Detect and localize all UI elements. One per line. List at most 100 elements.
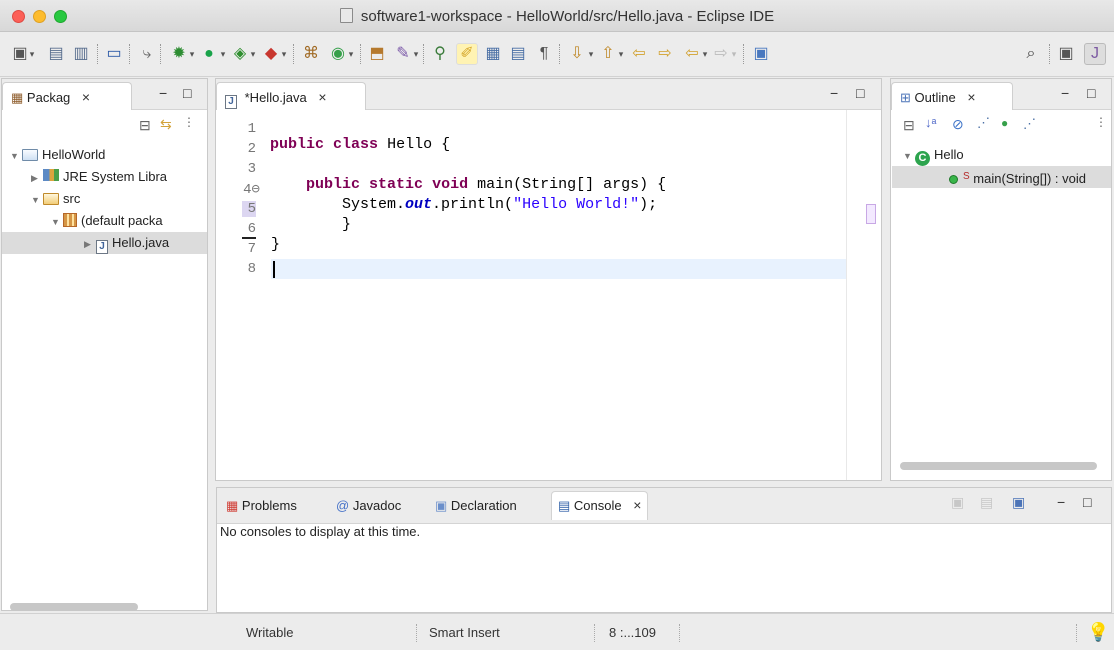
minimize-icon[interactable]: − xyxy=(1057,494,1065,510)
line-number: 3 xyxy=(247,161,256,177)
debug-dropdown-icon[interactable]: ▾ xyxy=(188,43,196,65)
tab-outline[interactable]: ⊞ Outline × xyxy=(891,82,1013,110)
static-icon: S xyxy=(963,171,970,182)
link-editor-icon[interactable]: ⇆ xyxy=(160,116,172,133)
previous-annotation-icon[interactable]: ⇧ xyxy=(597,43,619,65)
pin-icon[interactable]: ⚲ xyxy=(429,43,451,65)
code-line-4[interactable]: public static void main(String[] args) { xyxy=(270,176,666,193)
view-menu-icon[interactable]: ⋮ xyxy=(183,115,195,129)
open-console-icon[interactable]: ▣ xyxy=(1012,494,1025,511)
previous-annotation-dropdown-icon[interactable]: ▾ xyxy=(617,43,625,65)
coverage-dropdown-icon[interactable]: ▾ xyxy=(249,43,257,65)
tab-console[interactable]: ▤ Console × xyxy=(551,491,649,520)
code-line-5[interactable]: System.out.println("Hello World!"); xyxy=(270,196,657,213)
minimize-icon[interactable]: − xyxy=(159,85,167,101)
close-icon[interactable]: × xyxy=(82,89,90,105)
overview-ruler-mark[interactable] xyxy=(866,204,876,224)
hide-fields-icon[interactable]: ⊘ xyxy=(952,116,964,133)
last-edit-location-icon[interactable]: ⇦ xyxy=(628,43,650,65)
package-explorer: ▦ Packag × − □ ⊟ ⇆ ⋮ ▼ HelloWorld ▶ JRE Sy… xyxy=(1,78,208,611)
new-class-icon[interactable]: ◉ xyxy=(327,43,349,65)
tree-item-helloworld[interactable]: ▼ HelloWorld xyxy=(10,144,105,166)
tab-hello-java[interactable]: J *Hello.java × xyxy=(216,82,366,110)
run-dropdown-icon[interactable]: ▾ xyxy=(219,43,227,65)
close-icon[interactable]: × xyxy=(318,89,326,105)
maximize-icon[interactable]: □ xyxy=(1083,494,1091,510)
expanded-arrow-icon[interactable]: ▼ xyxy=(31,189,43,211)
open-type-icon[interactable]: ⬒ xyxy=(366,43,388,65)
open-perspective-icon[interactable]: ▣ xyxy=(1055,43,1077,65)
next-annotation-icon[interactable]: ⇩ xyxy=(566,43,588,65)
tab-problems[interactable]: ▦ Problems xyxy=(220,493,303,519)
whitespace-icon[interactable]: ¶ xyxy=(533,43,555,65)
outline-view: ⊞ Outline × − □ ⊟ ↓ᵃ ⊘ ⋰ ● ⋰ ⋮ ▼ C Hello S… xyxy=(890,78,1112,481)
tree-item-src[interactable]: ▼ src xyxy=(31,188,80,210)
maximize-icon[interactable]: □ xyxy=(856,85,864,101)
new-class-dropdown-icon[interactable]: ▾ xyxy=(347,43,355,65)
horizontal-scrollbar[interactable] xyxy=(900,462,1097,470)
external-tools-icon[interactable]: ◆ xyxy=(260,43,282,65)
task-icon[interactable]: ▣ xyxy=(750,43,772,65)
external-tools-dropdown-icon[interactable]: ▾ xyxy=(280,43,288,65)
tab-package-explorer[interactable]: ▦ Packag × xyxy=(2,82,132,110)
open-task-dropdown-icon[interactable]: ▾ xyxy=(412,43,420,65)
hide-local-types-icon[interactable]: ⋰ xyxy=(1023,116,1036,132)
code-line-7[interactable]: } xyxy=(271,236,280,253)
forward-dropdown-icon[interactable]: ▾ xyxy=(730,43,738,65)
display-console-icon[interactable]: ▤ xyxy=(980,494,993,511)
show-source-icon[interactable]: ▤ xyxy=(507,43,529,65)
maximize-icon[interactable]: □ xyxy=(183,85,191,101)
forward-history-icon[interactable]: ⇨ xyxy=(710,43,732,65)
new-dropdown-icon[interactable]: ▾ xyxy=(28,43,36,65)
back-icon[interactable]: ⇨ xyxy=(654,43,676,65)
outline-class-hello[interactable]: ▼ C Hello xyxy=(903,144,964,166)
java-perspective-icon[interactable]: J xyxy=(1084,43,1106,65)
new-java-project-icon[interactable]: ⌘ xyxy=(300,43,322,65)
collapse-all-icon[interactable]: ⊟ xyxy=(903,117,915,134)
coverage-icon[interactable]: ◈ xyxy=(229,43,251,65)
backward-dropdown-icon[interactable]: ▾ xyxy=(701,43,709,65)
run-icon[interactable]: ● xyxy=(198,43,220,65)
code-line-2[interactable]: public class Hello { xyxy=(270,136,450,153)
expanded-arrow-icon[interactable]: ▼ xyxy=(903,145,915,167)
next-annotation-dropdown-icon[interactable]: ▾ xyxy=(587,43,595,65)
pin-console-icon[interactable]: ▣ xyxy=(951,494,964,511)
insert-mode[interactable]: Smart Insert xyxy=(429,625,500,640)
minimize-icon[interactable]: − xyxy=(830,85,838,101)
collapse-all-icon[interactable]: ⊟ xyxy=(139,117,151,134)
expanded-arrow-icon[interactable]: ▼ xyxy=(51,211,63,233)
hide-non-public-icon[interactable]: ● xyxy=(1001,116,1008,130)
highlight-occurrences-icon[interactable]: ✐ xyxy=(456,43,478,65)
console-message: No consoles to display at this time. xyxy=(220,524,421,539)
search-icon[interactable]: ⌕ xyxy=(1020,43,1042,65)
maximize-icon[interactable]: □ xyxy=(1087,85,1095,101)
collapsed-arrow-icon[interactable]: ▶ xyxy=(84,233,96,255)
expanded-arrow-icon[interactable]: ▼ xyxy=(10,145,22,167)
tab-declaration[interactable]: ▣ Declaration xyxy=(429,493,523,519)
view-menu-icon[interactable]: ⋮ xyxy=(1095,115,1107,129)
horizontal-scrollbar[interactable] xyxy=(10,603,138,611)
problems-icon: ▦ xyxy=(226,498,239,513)
close-icon[interactable]: × xyxy=(633,497,641,513)
lightbulb-icon[interactable]: 💡 xyxy=(1087,622,1109,643)
save-all-icon[interactable]: ▥ xyxy=(70,43,92,65)
tree-item-jre[interactable]: ▶ JRE System Libra xyxy=(31,166,167,188)
sort-icon[interactable]: ↓ᵃ xyxy=(925,115,936,130)
line-number-fold[interactable]: 4⊖ xyxy=(234,181,260,198)
debug-icon[interactable]: ✹ xyxy=(168,43,190,65)
block-selection-icon[interactable]: ▦ xyxy=(482,43,504,65)
tree-item-hello-java[interactable]: ▶ J Hello.java xyxy=(2,232,207,254)
terminal-icon[interactable]: ▭ xyxy=(103,43,125,65)
tree-item-default-package[interactable]: ▼ (default packa xyxy=(51,210,163,232)
hide-static-icon[interactable]: ⋰ xyxy=(977,115,990,131)
tab-javadoc[interactable]: @ Javadoc xyxy=(330,493,407,519)
outline-method-main[interactable]: S main(String[]) : void xyxy=(892,166,1111,188)
close-icon[interactable]: × xyxy=(967,89,975,105)
open-task-icon[interactable]: ✎ xyxy=(392,43,414,65)
collapsed-arrow-icon[interactable]: ▶ xyxy=(31,167,43,189)
backward-history-icon[interactable]: ⇦ xyxy=(681,43,703,65)
save-icon[interactable]: ▤ xyxy=(45,43,67,65)
minimize-icon[interactable]: − xyxy=(1061,85,1069,101)
code-line-6[interactable]: } xyxy=(270,216,351,233)
skip-breakpoints-icon[interactable]: ⤷ xyxy=(136,43,158,65)
